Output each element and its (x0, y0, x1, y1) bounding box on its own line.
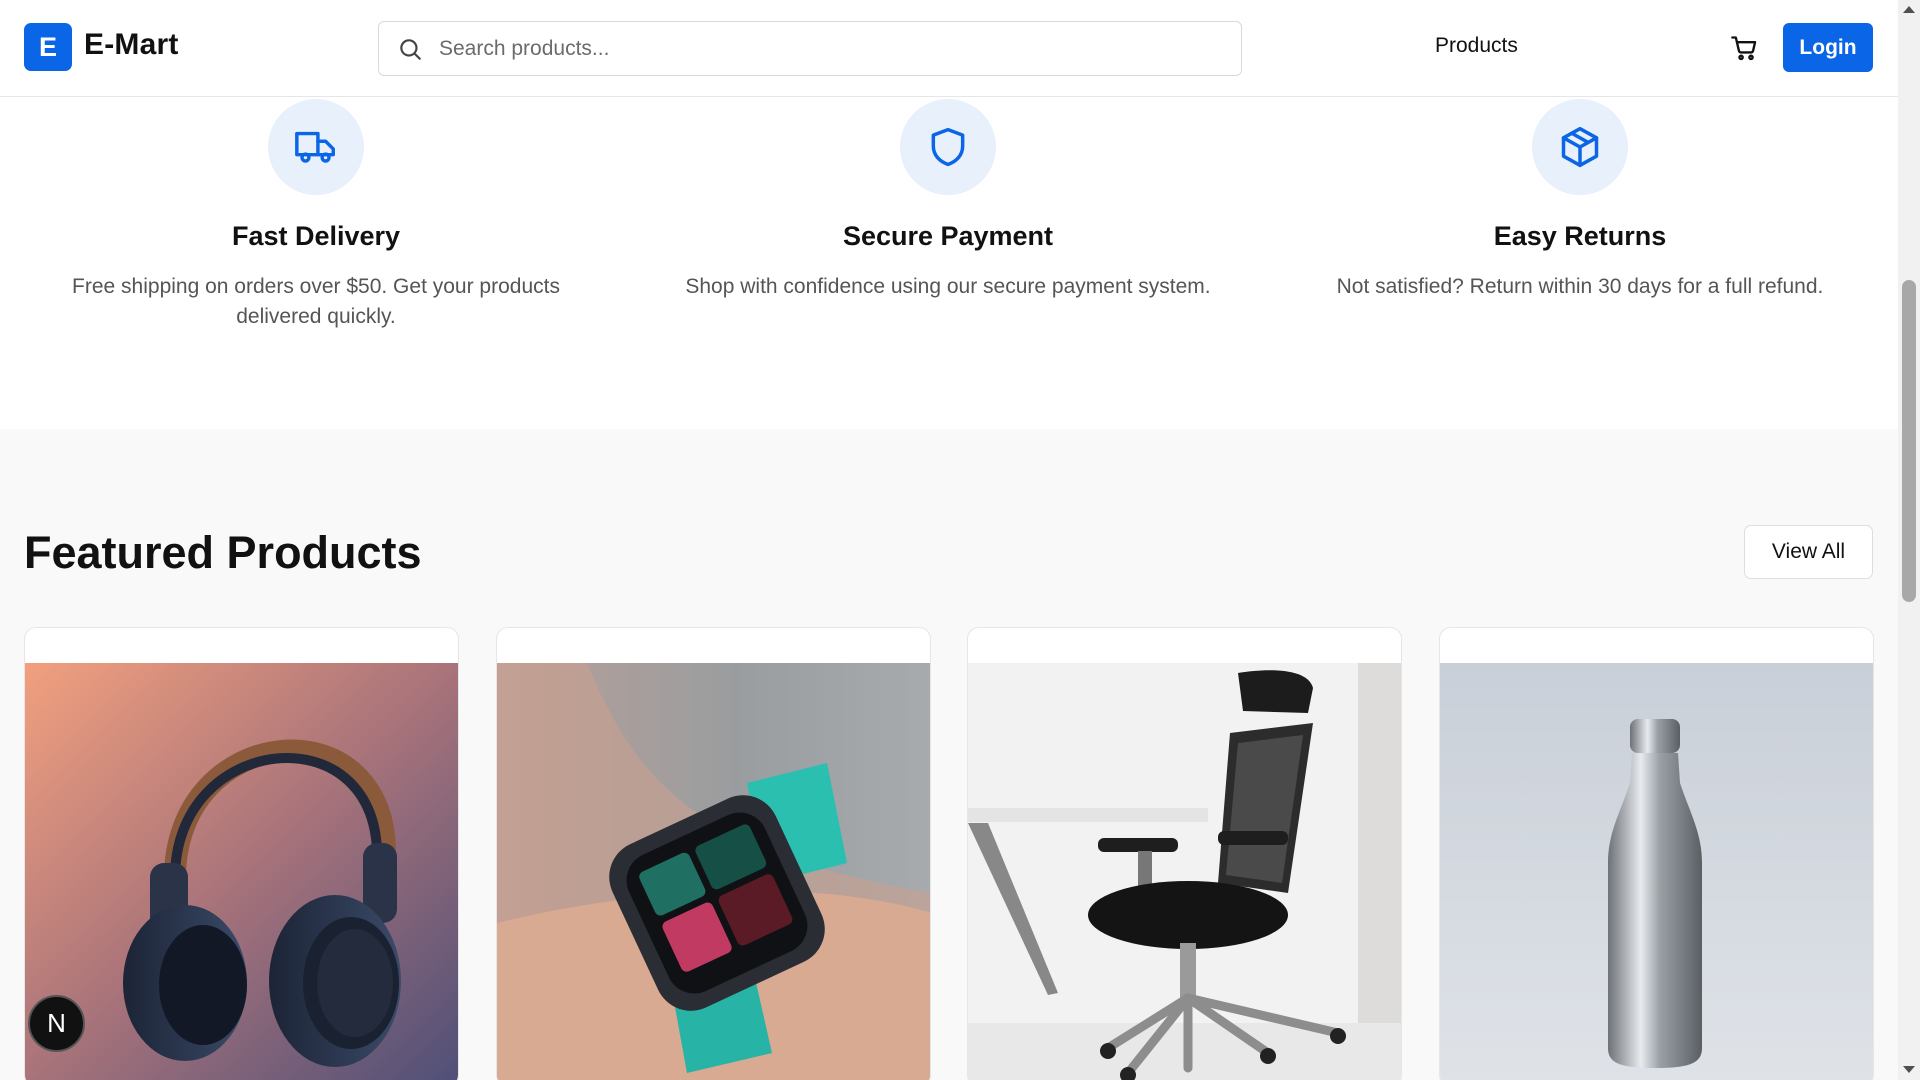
product-card[interactable] (496, 627, 931, 1080)
shield-icon (931, 127, 965, 167)
smartwatch-image (497, 663, 930, 1080)
box-icon (1561, 126, 1599, 168)
truck-icon (295, 131, 335, 163)
product-card[interactable] (967, 627, 1402, 1080)
feature-icon-circle (1532, 99, 1628, 195)
headphones-image (25, 663, 458, 1080)
feature-title: Secure Payment (842, 221, 1054, 251)
logo-icon[interactable]: E (24, 23, 72, 71)
office-chair-image (968, 663, 1401, 1080)
search-bar (378, 21, 1242, 76)
featured-products-section: Featured Products View All (0, 429, 1898, 1080)
framework-badge[interactable]: N (28, 995, 85, 1052)
product-card[interactable] (1439, 627, 1874, 1080)
feature-icon-circle (268, 99, 364, 195)
cart-icon[interactable] (1730, 34, 1758, 62)
login-button[interactable]: Login (1783, 23, 1873, 72)
nav-link-products[interactable]: Products (1435, 34, 1518, 58)
water-bottle-image (1440, 663, 1873, 1080)
feature-description: Not satisfied? Return within 30 days for… (1336, 275, 1824, 298)
feature-description: Shop with confidence using our secure pa… (685, 275, 1211, 298)
feature-icon-circle (900, 99, 996, 195)
scroll-down-arrow-icon[interactable] (1903, 1066, 1915, 1073)
brand-name[interactable]: E-Mart (84, 28, 179, 62)
search-icon (400, 39, 421, 60)
scrollbar-thumb[interactable] (1902, 280, 1916, 602)
feature-description: Free shipping on orders over $50. Get yo… (72, 275, 560, 328)
section-title: Featured Products (24, 527, 422, 578)
product-card[interactable] (24, 627, 459, 1080)
features-section: Fast Delivery Free shipping on orders ov… (0, 97, 1898, 429)
view-all-button[interactable]: View All (1744, 525, 1873, 579)
feature-title: Fast Delivery (231, 221, 401, 251)
page-scrollbar[interactable] (1898, 0, 1920, 1080)
top-navbar: E E-Mart Products Login (0, 0, 1898, 97)
feature-title: Easy Returns (1493, 221, 1667, 251)
scroll-up-arrow-icon[interactable] (1903, 6, 1915, 13)
search-input[interactable] (439, 22, 1219, 75)
